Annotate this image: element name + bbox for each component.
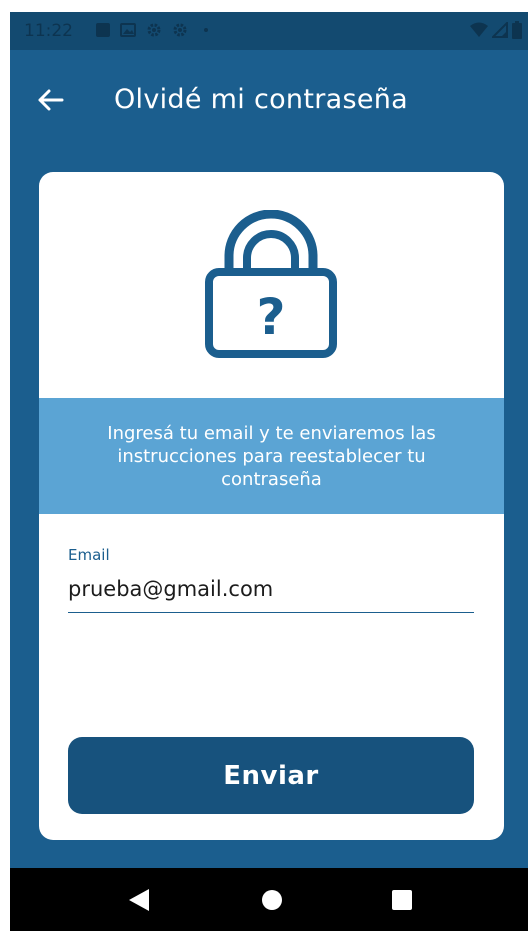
status-icons-left [96, 22, 208, 38]
nav-recents-icon[interactable] [392, 890, 412, 910]
screen-frame: 11:22 Olvidé mi contraseña ? Ingresá tu … [0, 0, 528, 931]
gallery-icon [120, 23, 136, 37]
gear-icon [147, 23, 161, 37]
info-text: Ingresá tu email y te enviaremos las ins… [107, 422, 436, 490]
email-field[interactable] [68, 566, 474, 613]
status-bar: 11:22 [10, 12, 528, 50]
battery-icon [512, 21, 522, 39]
nav-home-icon[interactable] [262, 890, 282, 910]
submit-button[interactable]: Enviar [68, 737, 474, 814]
navigation-bar [10, 868, 528, 931]
nav-back-icon[interactable] [128, 888, 150, 912]
status-icons-right [470, 21, 522, 39]
reset-password-card: ? Ingresá tu email y te enviaremos las i… [39, 172, 504, 840]
info-banner: Ingresá tu email y te enviaremos las ins… [39, 398, 504, 514]
dot-icon [204, 28, 208, 32]
svg-text:?: ? [256, 288, 285, 346]
lock-question-icon: ? [205, 210, 337, 358]
arrow-left-icon[interactable] [36, 88, 64, 112]
gear-icon [173, 23, 187, 37]
notification-icon [96, 23, 110, 37]
wifi-icon [470, 22, 488, 37]
app-header: Olvidé mi contraseña [10, 50, 528, 140]
page-title: Olvidé mi contraseña [114, 84, 408, 115]
status-time: 11:22 [24, 21, 73, 41]
signal-icon [492, 22, 508, 38]
app-screen: 11:22 Olvidé mi contraseña ? Ingresá tu … [10, 12, 528, 931]
email-label: Email [68, 546, 110, 564]
